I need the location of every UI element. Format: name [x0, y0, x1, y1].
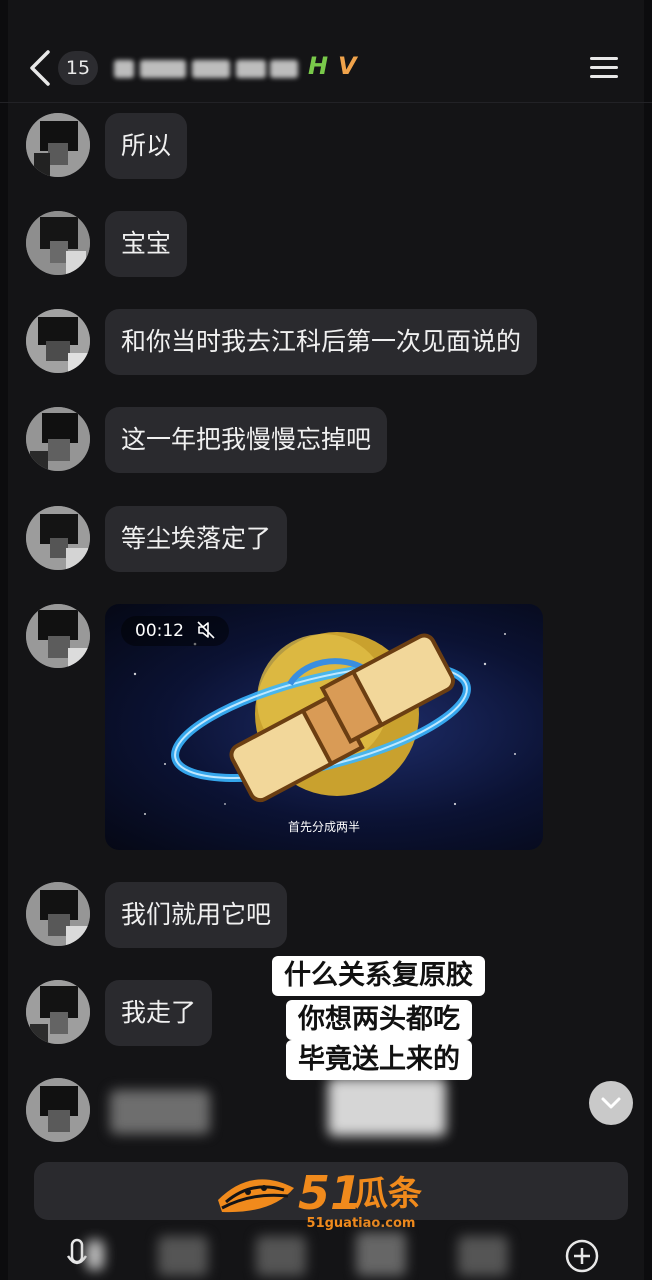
avatar[interactable]	[26, 506, 90, 570]
avatar[interactable]	[26, 882, 90, 946]
message-bubble[interactable]: 我们就用它吧	[105, 882, 288, 948]
avatar[interactable]	[26, 407, 90, 471]
redacted-toolbar-item	[86, 1240, 104, 1270]
back-arrow-icon[interactable]	[26, 48, 56, 88]
video-subtitle: 首先分成两半	[287, 820, 360, 834]
video-duration-text: 00:12	[135, 621, 184, 641]
video-duration: 00:12	[121, 616, 230, 646]
message-bubble[interactable]: 和你当时我去江科后第一次见面说的	[105, 309, 538, 375]
chat-title-redacted	[112, 56, 302, 82]
watermark-number: 51	[298, 1166, 363, 1220]
redacted-message	[110, 1090, 210, 1134]
avatar[interactable]	[26, 604, 90, 668]
unread-count-badge[interactable]: 15	[58, 51, 98, 85]
watermelon-logo-icon	[218, 1179, 294, 1213]
title-emoji-v: V	[338, 52, 357, 80]
menu-icon[interactable]	[588, 55, 620, 81]
watermark-logo: 51 瓜条 51guatiao.com	[212, 1166, 442, 1231]
overlay-caption: 什么关系复原胶	[272, 956, 485, 996]
overlay-caption: 你想两头都吃	[286, 1000, 472, 1040]
avatar[interactable]	[26, 1078, 90, 1142]
watermark-url: 51guatiao.com	[306, 1216, 416, 1231]
avatar[interactable]	[26, 113, 90, 177]
scroll-to-bottom-button[interactable]	[589, 1081, 633, 1125]
watermark-brand: 瓜条	[354, 1174, 422, 1214]
message-bubble[interactable]: 所以	[105, 113, 188, 179]
mute-icon[interactable]	[197, 621, 215, 639]
microphone-icon[interactable]	[66, 1238, 88, 1276]
avatar[interactable]	[26, 309, 90, 373]
redacted-toolbar-item	[158, 1236, 208, 1276]
redacted-toolbar-item	[458, 1236, 508, 1276]
overlay-caption: 毕竟送上来的	[286, 1040, 472, 1080]
message-bubble[interactable]: 我走了	[105, 980, 213, 1046]
redacted-toolbar-item	[356, 1232, 406, 1276]
message-bubble[interactable]: 这一年把我慢慢忘掉吧	[105, 407, 388, 473]
plus-circle-icon[interactable]	[564, 1238, 600, 1274]
message-bubble[interactable]: 等尘埃落定了	[105, 506, 288, 572]
title-emoji-h: H	[308, 52, 329, 80]
message-bubble[interactable]: 宝宝	[105, 211, 188, 277]
avatar[interactable]	[26, 980, 90, 1044]
redacted-block	[328, 1078, 446, 1136]
video-thumbnail[interactable]: 00:12 首先分成两半	[105, 604, 543, 850]
chat-header: 15 H V	[0, 0, 652, 103]
chevron-down-icon	[601, 1097, 621, 1109]
redacted-toolbar-item	[256, 1236, 306, 1276]
avatar[interactable]	[26, 211, 90, 275]
